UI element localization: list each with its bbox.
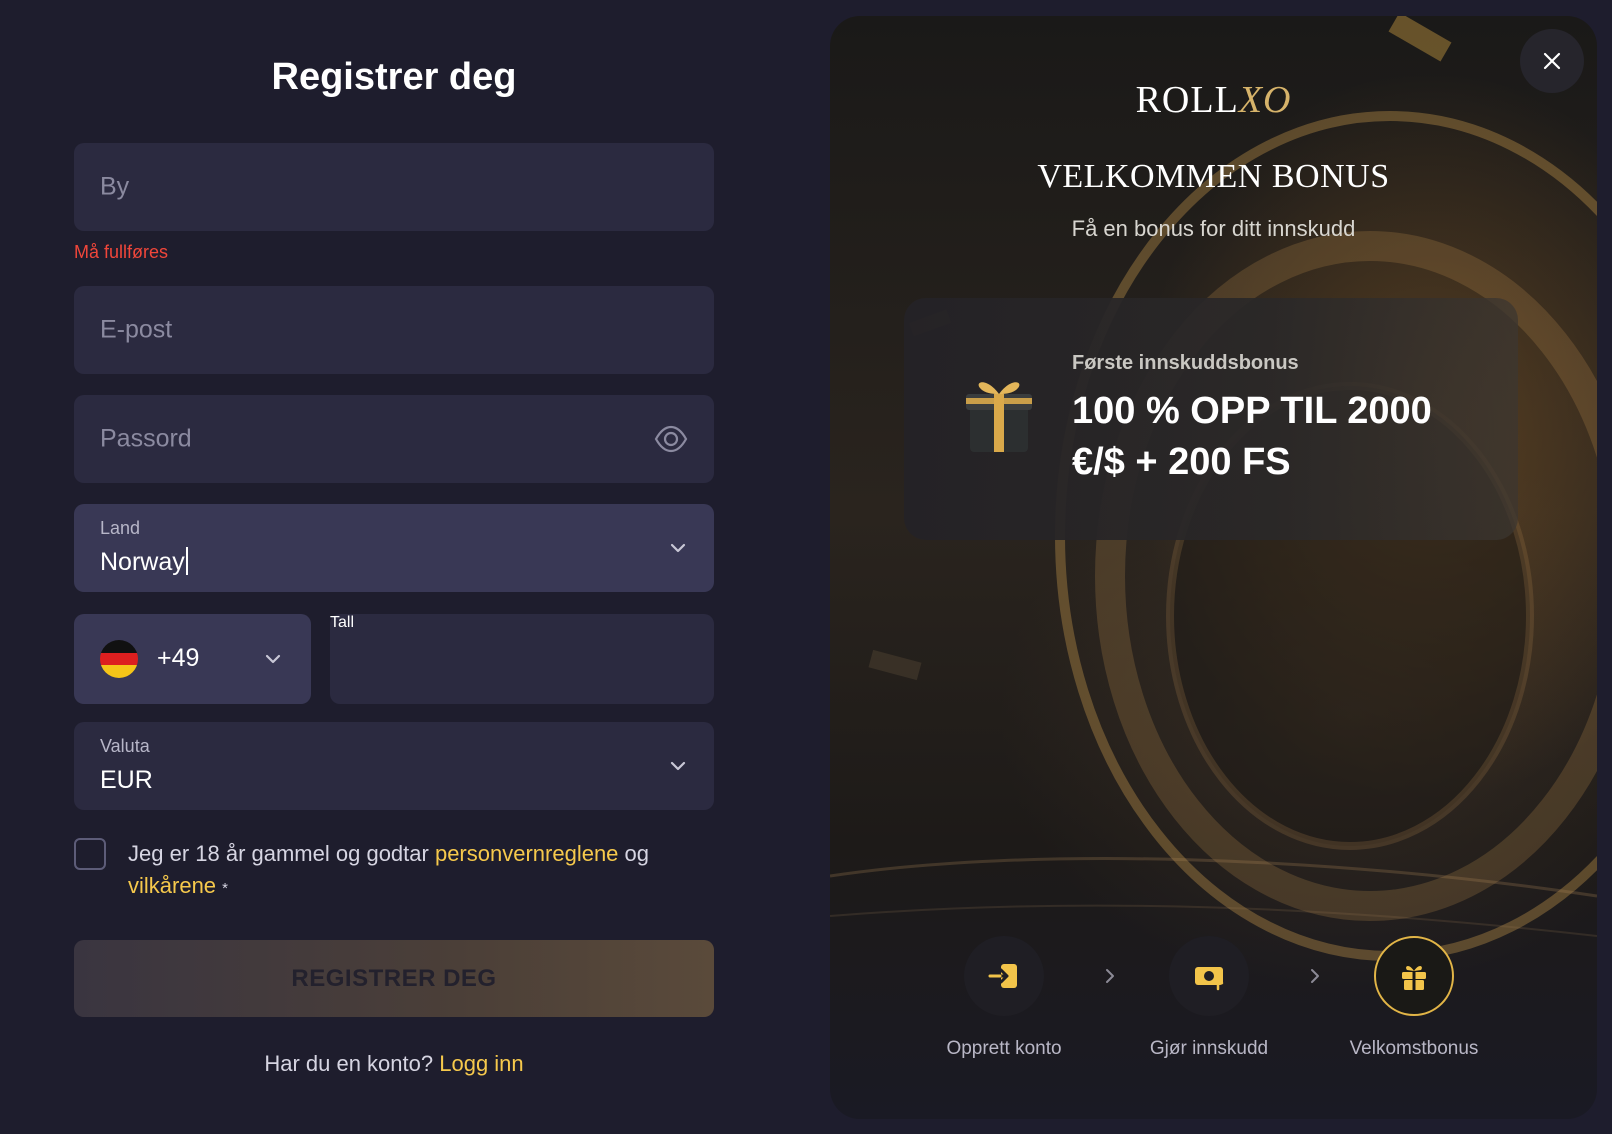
currency-value: EUR <box>100 766 153 794</box>
phone-number-field[interactable]: Tall <box>330 614 714 704</box>
country-select[interactable]: Land Norway <box>74 504 714 592</box>
chevron-down-icon <box>265 654 281 664</box>
gift-box-icon <box>966 382 1032 452</box>
welcome-bonus-panel: ROLLXO VELKOMMEN BONUS Få en bonus for d… <box>830 16 1597 1119</box>
close-icon <box>1543 52 1561 70</box>
text-cursor <box>185 547 188 576</box>
login-prompt: Har du en konto? Logg inn <box>264 1051 524 1076</box>
privacy-policy-link[interactable]: personvernreglene <box>435 841 618 866</box>
germany-flag-icon <box>100 640 138 678</box>
phone-number-placeholder: Tall <box>330 614 355 631</box>
login-icon <box>988 964 1017 988</box>
password-placeholder: Passord <box>100 424 192 453</box>
page-title: Registrer deg <box>271 56 517 98</box>
age-consent-checkbox[interactable] <box>74 838 106 870</box>
welcome-bonus-title: VELKOMMEN BONUS <box>1037 158 1390 195</box>
city-error-message: Må fullføres <box>74 242 169 262</box>
chevron-down-icon <box>670 543 686 553</box>
required-mark: * <box>222 880 229 897</box>
register-button[interactable]: REGISTRER DEG <box>74 940 714 1017</box>
city-placeholder: By <box>100 172 130 201</box>
phone-code-value: +49 <box>157 644 200 672</box>
bonus-kicker: Første innskuddsbonus <box>1072 352 1299 374</box>
first-deposit-bonus-card: Første innskuddsbonus 100 % OPP TIL 2000… <box>904 298 1518 540</box>
consent-text: Jeg er 18 år gammel og godtar personvern… <box>128 841 650 898</box>
password-field[interactable]: Passord <box>74 395 714 483</box>
city-field[interactable]: By <box>74 143 714 231</box>
bonus-amount: 100 % OPP TIL 2000 €/$ + 200 FS <box>1072 390 1432 483</box>
show-password-icon[interactable] <box>654 422 688 456</box>
step-welcome-bonus: Velkomstbonus <box>1314 936 1514 1060</box>
step-create-account: Opprett konto <box>904 936 1104 1060</box>
currency-label: Valuta <box>100 736 150 756</box>
login-link[interactable]: Logg inn <box>439 1051 523 1076</box>
country-value: Norway <box>100 547 188 577</box>
welcome-bonus-subtitle: Få en bonus for ditt innskudd <box>1071 216 1356 241</box>
step-make-deposit: Gjør innskudd <box>1109 936 1309 1060</box>
terms-link[interactable]: vilkårene <box>128 873 216 898</box>
deposit-icon <box>1195 967 1224 991</box>
phone-country-code-select[interactable]: +49 <box>74 614 311 704</box>
country-label: Land <box>100 518 141 538</box>
bonus-steps: Opprett konto Gjør innskudd Velkomstbonu… <box>830 936 1597 1086</box>
registration-page: Registrer deg By Må fullføres E-post Pas… <box>0 0 1612 1134</box>
chevron-down-icon <box>670 761 686 771</box>
rollxo-logo: ROLLXO <box>1135 79 1292 121</box>
email-field[interactable]: E-post <box>74 286 714 374</box>
email-placeholder: E-post <box>100 315 173 344</box>
gift-icon <box>1402 965 1426 990</box>
currency-select[interactable]: Valuta EUR <box>74 722 714 810</box>
